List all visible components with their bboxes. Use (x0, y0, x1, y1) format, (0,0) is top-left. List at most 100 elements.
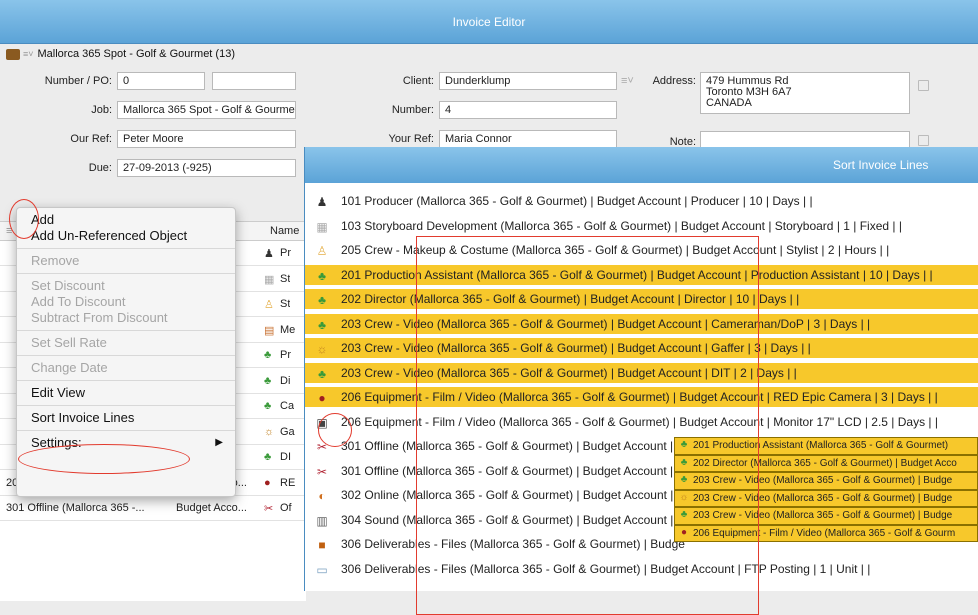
our-ref-field[interactable]: Peter Moore (117, 130, 296, 148)
document-title: Mallorca 365 Spot - Golf & Gourmet (13) (37, 48, 235, 60)
producer-icon: ♟ (316, 195, 328, 209)
annotation-circle-drag (318, 413, 352, 447)
client-label: Client: (402, 75, 434, 87)
menu-item-label: Set Discount (31, 278, 105, 293)
image-icon: ▤ (264, 324, 275, 337)
row-account: Budget Acco... (176, 502, 247, 514)
table-row[interactable]: 301 Offline (Mallorca 365 -... Budget Acc… (0, 496, 306, 521)
menu-item-label: Change Date (31, 360, 108, 375)
row-column-name: Me (280, 323, 296, 336)
menu-item-sort-invoice-lines[interactable]: Sort Invoice Lines (17, 410, 235, 426)
row-column-name: St (280, 298, 291, 310)
row-column-name: Di (280, 374, 291, 387)
due-label: Due: (88, 162, 112, 174)
gaffer-icon: ☼ (316, 342, 328, 356)
menu-chevron-icon[interactable]: ≡˅ (23, 49, 34, 59)
job-label: Job: (91, 104, 112, 116)
row-column-name: Ga (280, 425, 295, 438)
briefcase-icon (6, 48, 20, 60)
menu-separator (17, 430, 235, 431)
your-ref-field[interactable]: Maria Connor (439, 130, 617, 148)
crew-icon: ♣ (264, 451, 272, 463)
equipment-icon: ● (318, 391, 326, 405)
file-icon: ▭ (316, 562, 328, 577)
row-column-name: Pr (280, 247, 291, 259)
menu-item-label: Edit View (31, 385, 85, 400)
annotation-box-rows (416, 236, 759, 615)
menu-separator (17, 380, 235, 381)
menu-item-edit-view[interactable]: Edit View (17, 385, 235, 401)
number-po-label: Number / PO: (44, 75, 112, 87)
note-external-link-icon[interactable] (918, 135, 929, 146)
row-column-name: Ca (280, 400, 295, 412)
sound-icon: ▥ (316, 513, 328, 528)
row-column-name: St (280, 272, 291, 285)
menu-separator (17, 248, 235, 249)
menu-item-label: Sort Invoice Lines (31, 410, 135, 425)
number-field[interactable]: 0 (117, 72, 205, 90)
annotation-circle-menu (9, 199, 39, 239)
menu-item-label: Remove (31, 253, 80, 268)
menu-separator (17, 405, 235, 406)
row-column-name: Of (280, 502, 292, 514)
document-header: ≡˅ Mallorca 365 Spot - Golf & Gourmet (1… (6, 44, 235, 64)
equipment-icon: ● (264, 476, 271, 489)
menu-item-add-un-referenced-object[interactable]: Add Un-Referenced Object (17, 228, 235, 244)
storyboard-icon: ▦ (264, 273, 275, 286)
crew-icon: ♣ (318, 317, 326, 332)
makeup-icon: ♙ (264, 299, 274, 311)
invoice-number-field[interactable]: 4 (439, 101, 617, 119)
sort-row-text: 101 Producer (Mallorca 365 - Golf & Gour… (341, 194, 813, 208)
sort-row-text: 103 Storyboard Development (Mallorca 365… (341, 218, 902, 233)
crew-icon: ♣ (318, 293, 326, 307)
job-field[interactable]: Mallorca 365 Spot - Golf & Gourmet (117, 101, 296, 119)
menu-item-label: Subtract From Discount (31, 310, 168, 325)
menu-item-subtract-from-discount: Subtract From Discount (17, 310, 235, 326)
menu-separator (17, 355, 235, 356)
number-label: Number: (391, 104, 434, 116)
menu-item-label: Add Un-Referenced Object (31, 228, 188, 243)
crew-icon: ♣ (318, 268, 326, 283)
window-title: Invoice Editor (0, 0, 978, 44)
client-menu-icon[interactable]: ≡˅ (621, 75, 634, 87)
menu-item-add-to-discount: Add To Discount (17, 294, 235, 310)
submenu-arrow-icon: ▶ (215, 437, 223, 448)
sort-row[interactable]: ▦ 103 Storyboard Development (Mallorca 36… (305, 216, 978, 237)
row-name: 301 Offline (Mallorca 365 -... (6, 502, 145, 514)
menu-item-change-date: Change Date (17, 360, 235, 376)
menu-separator (17, 330, 235, 331)
dialog-title: Sort Invoice Lines (305, 147, 978, 183)
online-icon: ◐ (318, 489, 326, 503)
your-ref-label: Your Ref: (388, 133, 434, 145)
crew-icon: ♣ (318, 366, 326, 381)
sort-row[interactable]: ♟ 101 Producer (Mallorca 365 - Golf & Gou… (305, 191, 978, 212)
menu-item-add[interactable]: Add (17, 212, 235, 228)
makeup-icon: ♙ (316, 244, 328, 258)
crew-icon: ♣ (264, 400, 272, 412)
due-field[interactable]: 27-09-2013 (-925) (117, 159, 296, 177)
producer-icon: ♟ (264, 248, 274, 260)
menu-item-label: Add To Discount (31, 294, 126, 309)
menu-item-set-sell-rate: Set Sell Rate (17, 335, 235, 351)
annotation-circle-sort (18, 444, 190, 474)
our-ref-label: Our Ref: (70, 133, 112, 145)
column-header-name[interactable]: Name (270, 225, 299, 237)
row-column-name: Pr (280, 349, 291, 361)
gaffer-icon: ☼ (264, 425, 275, 438)
row-column-name: RE (280, 476, 296, 489)
address-field[interactable]: 479 Hummus Rd Toronto M3H 6A7 CANADA (700, 72, 910, 114)
menu-item-remove: Remove (17, 253, 235, 269)
offline-icon: ✂ (316, 464, 328, 479)
address-label: Address: (652, 75, 696, 87)
menu-separator (17, 273, 235, 274)
client-field[interactable]: Dunderklump (439, 72, 617, 90)
po-field[interactable] (212, 72, 296, 90)
menu-item-label: Set Sell Rate (31, 335, 107, 350)
crew-icon: ♣ (264, 374, 272, 387)
deliverables-icon: ■ (318, 538, 326, 552)
crew-icon: ♣ (264, 349, 272, 361)
external-link-icon[interactable] (918, 80, 929, 91)
offline-icon: ✂ (264, 503, 274, 515)
menu-item-set-discount: Set Discount (17, 278, 235, 294)
storyboard-icon: ▦ (316, 219, 328, 234)
